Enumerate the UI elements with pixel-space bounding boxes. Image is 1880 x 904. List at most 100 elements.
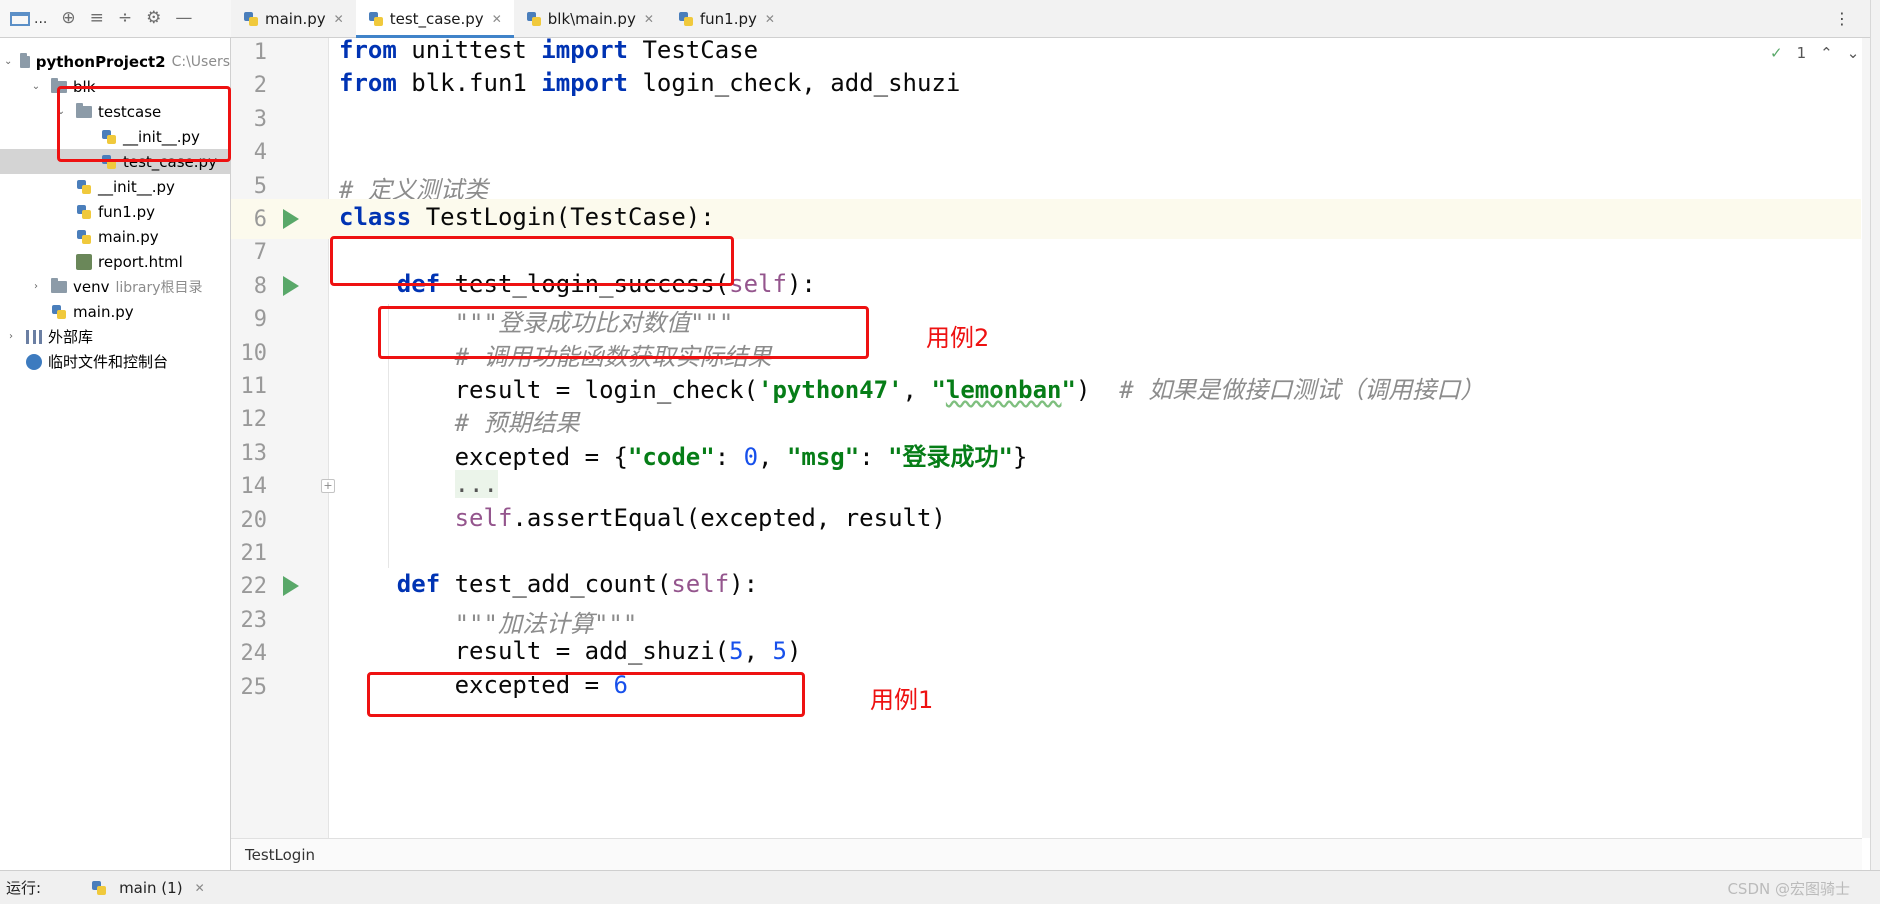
line-number: 25 (240, 674, 268, 700)
close-icon[interactable]: ✕ (492, 12, 502, 26)
code-token: test_add_count( (440, 570, 672, 599)
collapse-all-icon[interactable]: ÷ (118, 10, 132, 27)
check-icon: ✓ (1770, 44, 1783, 62)
close-icon[interactable]: ✕ (195, 881, 205, 895)
chevron-down-icon[interactable]: ⌄ (1847, 44, 1860, 62)
close-icon[interactable]: ✕ (644, 12, 654, 26)
tree-item-label: 外部库 (48, 328, 94, 346)
editor-tab[interactable]: fun1.py ✕ (666, 0, 787, 37)
code-token: ): (786, 269, 816, 298)
tree-item[interactable]: 临时文件和控制台 (0, 349, 230, 374)
python-file-icon (526, 11, 542, 27)
hide-panel-icon[interactable]: — (175, 10, 192, 27)
editor-tab-label: fun1.py (699, 9, 757, 28)
gear-icon[interactable]: ⚙ (146, 10, 161, 27)
fold-expand-icon[interactable]: + (321, 479, 335, 494)
tree-item[interactable]: main.py (0, 299, 230, 324)
python-file-icon (76, 179, 92, 195)
tree-item-label: report.html (98, 252, 183, 271)
code-text: from unittest import TestCase (339, 38, 758, 64)
project-toolbar: ... ⊕ ≡ ÷ ⚙ — (0, 0, 231, 38)
tree-item[interactable]: __init__.py (0, 174, 230, 199)
editor-tab[interactable]: blk\main.py ✕ (514, 0, 666, 37)
project-tree: ⌄ pythonProject2 C:\Users ⌄ blk ⌄ testcase __in… (0, 38, 231, 870)
expand-all-icon[interactable]: ≡ (90, 10, 104, 27)
chevron-down-icon[interactable]: ⌄ (29, 81, 43, 92)
breadcrumb-item[interactable]: TestLogin (245, 846, 315, 864)
tab-menu-icon[interactable]: ⋮ (1834, 9, 1850, 28)
annotation-case1: 用例1 (870, 686, 934, 714)
project-view-label[interactable]: ... (34, 11, 47, 27)
locate-file-icon[interactable]: ⊕ (61, 10, 75, 27)
line-number: 10 (240, 340, 268, 366)
python-file-icon (243, 11, 259, 27)
line-number: 2 (253, 73, 267, 99)
code-token: ) (786, 637, 802, 666)
run-test-icon[interactable] (283, 209, 299, 229)
line-number: 8 (253, 273, 267, 299)
tree-item[interactable]: main.py (0, 224, 230, 249)
line-number: 23 (240, 607, 268, 633)
line-number: 7 (253, 240, 267, 266)
project-view-icon[interactable] (10, 11, 30, 26)
python-file-icon (51, 304, 67, 320)
code-token: , (743, 637, 773, 666)
line-number: 4 (253, 140, 267, 166)
line-number: 22 (240, 574, 268, 600)
code-token: 5 (729, 637, 744, 666)
code-token: TestLogin(TestCase): (411, 203, 715, 231)
line-number: 5 (253, 173, 267, 199)
editor-tab[interactable]: main.py ✕ (231, 0, 356, 37)
tree-item[interactable]: › 外部库 (0, 324, 230, 349)
html-file-icon (76, 253, 92, 270)
chevron-down-icon[interactable]: ⌄ (4, 56, 12, 67)
line-number: 11 (240, 374, 268, 399)
tree-item-label: main.py (73, 302, 134, 321)
code-token: self (671, 570, 730, 599)
tree-item[interactable]: fun1.py (0, 199, 230, 224)
code-token: self (454, 503, 513, 532)
close-icon[interactable]: ✕ (765, 12, 775, 26)
highlight-class-line (330, 236, 734, 286)
tree-item-hint: C:\Users (171, 53, 230, 70)
tree-item[interactable]: ⌄ pythonProject2 C:\Users (0, 49, 230, 74)
code-token: blk.fun1 (396, 69, 542, 98)
breadcrumb: TestLogin (231, 838, 1862, 870)
line-number: 9 (253, 307, 267, 333)
code-token: def (396, 570, 441, 599)
code-text: class TestLogin(TestCase): (339, 203, 715, 231)
run-test-icon[interactable] (283, 275, 299, 296)
watermark: CSDN @宏图骑士 (1727, 880, 1850, 898)
close-icon[interactable]: ✕ (334, 12, 344, 26)
code-text: def test_add_count(self): (339, 570, 758, 598)
tree-item-label: __init__.py (98, 177, 175, 196)
line-number: 20 (240, 507, 268, 533)
code-token: 5 (772, 637, 787, 666)
run-tab-main[interactable]: main (1) ✕ (91, 879, 205, 897)
code-token: from (339, 38, 397, 64)
code-token: .assertEqual(excepted, result) (512, 503, 946, 532)
code-token: import (541, 69, 628, 98)
inspection-widget[interactable]: ✓ 1 ⌃ ⌄ (1770, 44, 1859, 62)
code-token: login_check, add_shuzi (628, 69, 961, 98)
chevron-up-icon[interactable]: ⌃ (1820, 44, 1833, 62)
code-token: ): (729, 570, 759, 599)
editor-tab-bar: main.py ✕ test_case.py ✕ blk\main.py ✕ fun1.py… (231, 0, 1880, 38)
line-number: 12 (240, 407, 268, 433)
python-file-icon (76, 229, 92, 245)
code-token: ... (454, 470, 498, 499)
highlight-testcase-folder (57, 86, 231, 162)
chevron-right-icon[interactable]: › (4, 331, 18, 342)
run-test-icon[interactable] (283, 576, 299, 597)
code-text: from blk.fun1 import login_check, add_sh… (339, 69, 960, 97)
code-editor[interactable]: 1 from unittest import TestCase 2 from blk.… (231, 38, 1861, 838)
code-token: unittest (396, 38, 542, 64)
chevron-right-icon[interactable]: › (29, 281, 43, 292)
editor-scrollbar[interactable] (1862, 38, 1870, 838)
right-tool-strip (1870, 0, 1880, 904)
editor-tab[interactable]: test_case.py ✕ (355, 0, 514, 38)
tree-item[interactable]: › venv library根目录 (0, 274, 230, 299)
run-tool-bar: 运行: main (1) ✕ (0, 870, 1880, 904)
tree-item[interactable]: report.html (0, 249, 230, 274)
